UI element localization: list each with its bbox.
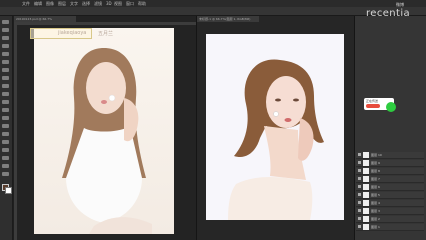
layer-thumbnail [363, 152, 369, 158]
layer-name: 图层 5 [371, 193, 380, 197]
dodge-tool-icon[interactable] [2, 124, 9, 128]
path-select-tool-icon[interactable] [2, 148, 9, 152]
layer-row[interactable]: 图层 8 [356, 168, 424, 175]
layer-thumbnail [363, 192, 369, 198]
eyedropper-tool-icon[interactable] [2, 60, 9, 64]
stamp-tool-icon[interactable] [2, 84, 9, 88]
eye-icon[interactable] [358, 177, 361, 180]
eye-icon[interactable] [358, 153, 361, 156]
portrait-illustration [228, 59, 324, 220]
type-tool-icon[interactable] [2, 140, 9, 144]
crop-tool-icon[interactable] [2, 52, 9, 56]
layer-name: 图层 6 [371, 185, 380, 189]
layer-thumbnail [363, 216, 369, 222]
eraser-tool-icon[interactable] [2, 100, 9, 104]
gradient-tool-icon[interactable] [2, 108, 9, 112]
layer-thumbnail [363, 160, 369, 166]
layer-name: 图层 3 [371, 209, 380, 213]
move-tool-icon[interactable] [2, 20, 9, 24]
layer-name: 图层 8 [371, 169, 380, 173]
toast-progress-pill [366, 104, 380, 108]
menu-edit[interactable]: 编辑 [34, 0, 42, 7]
background-color-swatch[interactable] [5, 187, 12, 194]
menu-file[interactable]: 文件 [22, 0, 30, 7]
layer-thumbnail [363, 168, 369, 174]
canvas-text-left: jiakeqiaoya [58, 30, 87, 36]
tool-panel [0, 16, 13, 240]
reference-photo [34, 28, 174, 234]
illustration-canvas [206, 34, 344, 220]
layer-row[interactable]: 图层 2 [356, 216, 424, 223]
layer-name: 图层 4 [371, 201, 380, 205]
eye-icon[interactable] [358, 217, 361, 220]
layer-thumbnail [363, 184, 369, 190]
hand-tool-icon[interactable] [2, 164, 9, 168]
eye-icon[interactable] [358, 169, 361, 172]
layer-thumbnail [363, 176, 369, 182]
layer-name: 图层 7 [371, 177, 380, 181]
ruler-horizontal [14, 22, 198, 25]
menu-3d[interactable]: 3D [106, 0, 112, 7]
menu-view[interactable]: 视图 [114, 0, 122, 7]
brush-tool-icon[interactable] [2, 76, 9, 80]
green-action-button[interactable] [386, 102, 396, 112]
eye-icon[interactable] [358, 161, 361, 164]
layer-row[interactable]: 图层 1 [356, 224, 424, 231]
menu-help[interactable]: 帮助 [138, 0, 146, 7]
layer-thumbnail [363, 224, 369, 230]
pen-tool-icon[interactable] [2, 132, 9, 136]
shape-tool-icon[interactable] [2, 156, 9, 160]
menu-type[interactable]: 文字 [70, 0, 78, 7]
layer-row[interactable]: 图层 5 [356, 192, 424, 199]
layer-row[interactable]: 图层 9 [356, 160, 424, 167]
options-bar [0, 7, 426, 16]
canvas-text-right: 五月兰 [98, 31, 114, 37]
layer-row[interactable]: 图层 10 [356, 152, 424, 159]
layer-name: 图层 10 [371, 153, 382, 157]
reference-photo-illustration [62, 48, 152, 234]
layer-name: 图层 1 [371, 225, 380, 229]
marquee-tool-icon[interactable] [2, 28, 9, 32]
layer-row[interactable]: 图层 4 [356, 200, 424, 207]
eye-icon[interactable] [358, 193, 361, 196]
healing-tool-icon[interactable] [2, 68, 9, 72]
lasso-tool-icon[interactable] [2, 36, 9, 40]
blur-tool-icon[interactable] [2, 116, 9, 120]
menu-layer[interactable]: 图层 [58, 0, 66, 7]
layer-row[interactable]: 图层 6 [356, 184, 424, 191]
ruler-vertical [14, 22, 17, 240]
menu-image[interactable]: 图像 [46, 0, 54, 7]
eye-icon[interactable] [358, 209, 361, 212]
menu-select[interactable]: 选择 [82, 0, 90, 7]
layer-thumbnail [363, 200, 369, 206]
menu-filter[interactable]: 滤镜 [94, 0, 102, 7]
menu-bar: 文件 编辑 图像 图层 文字 选择 滤镜 3D 视图 窗口 帮助 [0, 0, 426, 7]
toast-title: 正在传送 [366, 99, 379, 103]
quick-select-tool-icon[interactable] [2, 44, 9, 48]
tab-illustration[interactable]: 未标题-1 @ 66.7%(图层 1, RGB/8#) [197, 16, 259, 22]
layer-row[interactable]: 图层 7 [356, 176, 424, 183]
zoom-tool-icon[interactable] [2, 172, 9, 176]
eye-icon[interactable] [358, 225, 361, 228]
layer-name: 图层 2 [371, 217, 380, 221]
layer-row[interactable]: 图层 3 [356, 208, 424, 215]
watermark-brand: recentia [366, 8, 411, 19]
history-brush-tool-icon[interactable] [2, 92, 9, 96]
eye-icon[interactable] [358, 185, 361, 188]
layer-thumbnail [363, 208, 369, 214]
menu-window[interactable]: 窗口 [126, 0, 134, 7]
layer-name: 图层 9 [371, 161, 380, 165]
eye-icon[interactable] [358, 201, 361, 204]
